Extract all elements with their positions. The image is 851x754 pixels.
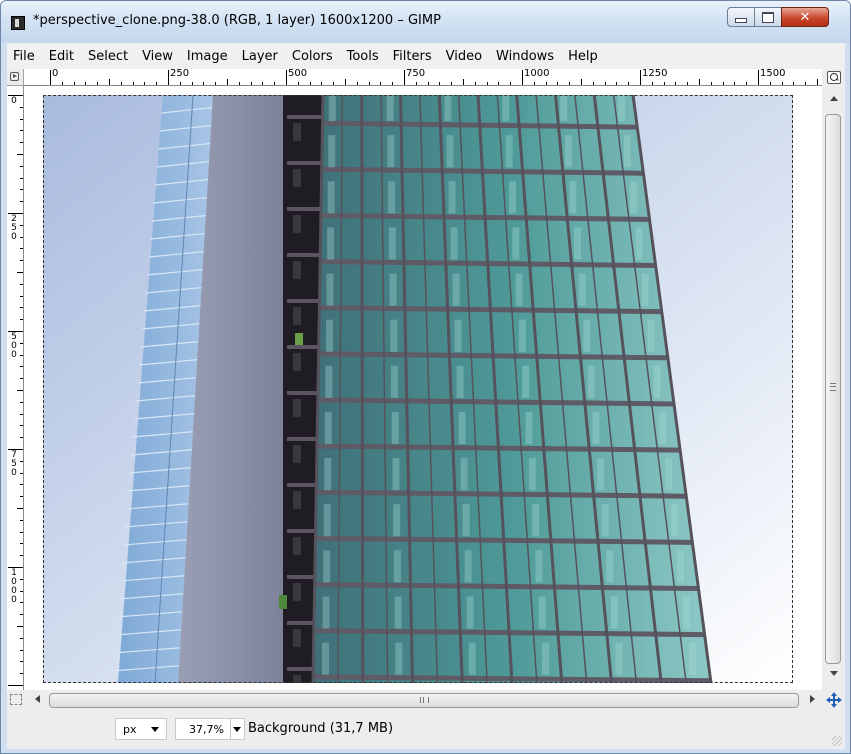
ruler-label: 250 (170, 69, 190, 79)
minimize-button[interactable] (727, 7, 755, 27)
quick-mask-icon[interactable] (10, 694, 22, 705)
image-menu-button[interactable] (7, 69, 24, 86)
vertical-ruler[interactable]: 0 250 500 750 1000 (7, 86, 24, 690)
ruler-tick (286, 70, 287, 85)
ruler-label: 1250 (642, 69, 668, 79)
ruler-label: 1500 (760, 69, 786, 79)
menu-edit[interactable]: Edit (42, 49, 81, 64)
title-bar[interactable]: *perspective_clone.png-38.0 (RGB, 1 laye… (1, 1, 850, 43)
ruler-label: 500 (11, 332, 17, 360)
ruler-tick (17, 508, 23, 509)
ruler-tick (17, 272, 23, 273)
ruler-tick (168, 70, 169, 85)
ruler-tick (345, 79, 346, 85)
ruler-tick (522, 70, 523, 85)
unit-selector[interactable]: px (115, 718, 167, 740)
ruler-label: 1000 (11, 568, 17, 605)
ruler-tick (17, 626, 23, 627)
ruler-tick (640, 70, 641, 85)
canvas-area[interactable] (24, 86, 822, 690)
scroll-down-icon[interactable] (830, 671, 838, 676)
menu-image[interactable]: Image (180, 49, 235, 64)
menu-filters[interactable]: Filters (386, 49, 439, 64)
building-photo (43, 95, 793, 683)
zoom-icon (826, 71, 841, 84)
menu-select[interactable]: Select (81, 49, 135, 64)
menu-tools[interactable]: Tools (340, 49, 386, 64)
menu-file[interactable]: File (7, 49, 42, 64)
image-window-client: File Edit Select View Image Layer Colors… (7, 43, 845, 749)
ruler-tick (699, 79, 700, 85)
ruler-label: 250 (11, 214, 17, 242)
zoom-follow-button[interactable] (822, 69, 845, 86)
menu-bar: File Edit Select View Image Layer Colors… (7, 43, 845, 69)
ruler-tick (8, 685, 23, 686)
ruler-tick (50, 70, 51, 85)
ruler-label: 500 (288, 69, 308, 79)
menu-windows[interactable]: Windows (489, 49, 561, 64)
scroll-left-icon[interactable] (35, 695, 40, 703)
resize-grip-icon[interactable] (832, 736, 842, 746)
chevron-down-icon (151, 727, 159, 732)
window-title: *perspective_clone.png-38.0 (RGB, 1 laye… (33, 13, 441, 28)
layer-status: Background (31,7 MB) (248, 721, 394, 736)
scroll-up-icon[interactable] (830, 96, 838, 101)
close-icon: ✕ (799, 9, 811, 25)
chevron-down-icon (233, 727, 241, 732)
ruler-label: 750 (406, 69, 426, 79)
unit-value: px (123, 722, 137, 736)
ruler-tick (109, 79, 110, 85)
ruler-tick (463, 79, 464, 85)
ruler-label: 0 (52, 69, 59, 79)
grip-icon (830, 383, 836, 391)
ruler-tick (404, 70, 405, 85)
menu-layer[interactable]: Layer (235, 49, 285, 64)
ruler-tick (17, 154, 23, 155)
ruler-label: 0 (11, 96, 17, 106)
close-button[interactable]: ✕ (781, 7, 829, 27)
ruler-label: 750 (11, 450, 17, 478)
ruler-tick (581, 79, 582, 85)
horizontal-scroll-thumb[interactable] (49, 693, 799, 708)
gimp-window: *perspective_clone.png-38.0 (RGB, 1 laye… (0, 0, 851, 754)
horizontal-scroll-row (7, 690, 845, 710)
grip-icon (420, 697, 429, 703)
maximize-button[interactable] (754, 7, 782, 27)
navigate-icon[interactable] (825, 691, 843, 709)
menu-colors[interactable]: Colors (285, 49, 340, 64)
ruler-tick (227, 79, 228, 85)
scroll-right-icon[interactable] (810, 695, 815, 703)
vertical-scroll-thumb[interactable] (825, 114, 841, 664)
minimize-icon (735, 17, 747, 23)
menu-help[interactable]: Help (561, 49, 605, 64)
ruler-tick (817, 79, 818, 85)
menu-arrow-icon (10, 72, 19, 81)
image-canvas[interactable] (43, 95, 793, 683)
horizontal-ruler[interactable]: 0 250 500 750 1000 1250 1500 (24, 69, 822, 86)
ruler-label: 1000 (524, 69, 550, 79)
status-bar: px 37,7% Background (31,7 MB) (7, 710, 845, 749)
vertical-scrollbar[interactable] (822, 86, 845, 690)
zoom-dropdown[interactable] (231, 718, 245, 740)
menu-video[interactable]: Video (439, 49, 489, 64)
ruler-tick (17, 390, 23, 391)
maximize-icon (762, 11, 774, 23)
menu-view[interactable]: View (135, 49, 180, 64)
zoom-input[interactable]: 37,7% (175, 718, 231, 740)
app-icon (11, 16, 25, 30)
ruler-tick (758, 70, 759, 85)
